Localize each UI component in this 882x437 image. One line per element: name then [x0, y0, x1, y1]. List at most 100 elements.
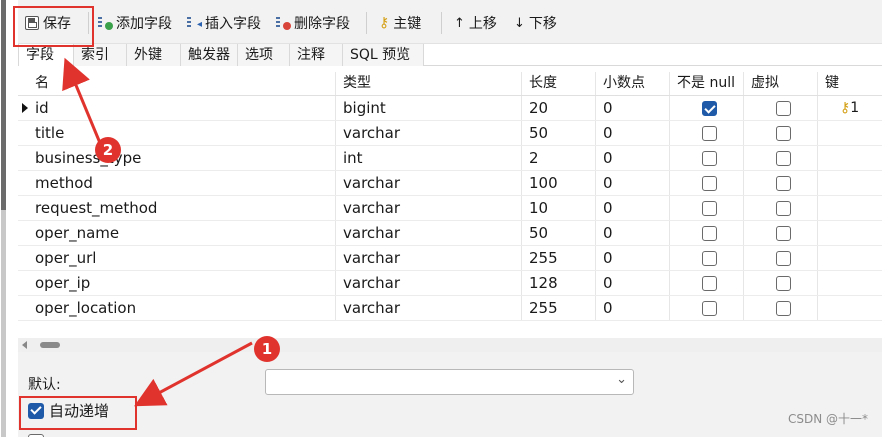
column-header-length[interactable]: 长度: [521, 72, 595, 95]
field-decimals-cell[interactable]: 0: [595, 246, 669, 270]
field-name-cell[interactable]: request_method: [28, 196, 337, 220]
table-row[interactable]: oper_name varchar 50 0: [18, 221, 882, 246]
table-row[interactable]: oper_ip varchar 128 0: [18, 271, 882, 296]
field-decimals-cell[interactable]: 0: [595, 96, 669, 120]
table-row[interactable]: request_method varchar 10 0: [18, 196, 882, 221]
grid-header: 名 类型 长度 小数点 不是 null 虚拟 键: [18, 72, 882, 96]
highlight-auto-increment-box: [19, 396, 137, 430]
not-null-checkbox[interactable]: [702, 176, 717, 191]
field-type-cell[interactable]: varchar: [335, 271, 521, 295]
column-header-not-null[interactable]: 不是 null: [669, 72, 743, 95]
table-row[interactable]: oper_url varchar 255 0: [18, 246, 882, 271]
not-null-checkbox[interactable]: [702, 276, 717, 291]
tab-sql-preview[interactable]: SQL 预览: [343, 44, 424, 66]
tab-foreign-keys[interactable]: 外键: [127, 44, 181, 66]
virtual-checkbox[interactable]: [776, 251, 791, 266]
move-down-button[interactable]: ↓ 下移: [514, 10, 557, 36]
annotation-badge-1: 1: [254, 336, 280, 362]
not-null-checkbox[interactable]: [702, 151, 717, 166]
arrow-down-icon: ↓: [514, 15, 525, 31]
field-length-cell[interactable]: 50: [521, 121, 595, 145]
column-header-decimals[interactable]: 小数点: [595, 72, 669, 95]
not-null-checkbox[interactable]: [702, 251, 717, 266]
key-cell: [817, 146, 882, 170]
field-name-cell[interactable]: oper_ip: [28, 271, 337, 295]
not-null-checkbox[interactable]: [702, 201, 717, 216]
field-decimals-cell[interactable]: 0: [595, 271, 669, 295]
table-row[interactable]: method varchar 100 0: [18, 171, 882, 196]
field-name-cell[interactable]: oper_url: [28, 246, 337, 270]
primary-key-button[interactable]: ⚷ 主键: [379, 10, 421, 36]
delete-field-icon: [276, 16, 291, 30]
tab-options[interactable]: 选项: [238, 44, 290, 66]
field-type-cell[interactable]: varchar: [335, 296, 521, 320]
virtual-checkbox[interactable]: [776, 176, 791, 191]
field-decimals-cell[interactable]: 0: [595, 121, 669, 145]
virtual-checkbox[interactable]: [776, 201, 791, 216]
not-null-checkbox[interactable]: [702, 101, 717, 116]
key-cell: [817, 121, 882, 145]
field-decimals-cell[interactable]: 0: [595, 171, 669, 195]
key-cell: [817, 171, 882, 195]
column-header-virtual[interactable]: 虚拟: [743, 72, 817, 95]
field-length-cell[interactable]: 10: [521, 196, 595, 220]
column-header-name[interactable]: 名: [28, 72, 337, 95]
field-decimals-cell[interactable]: 0: [595, 221, 669, 245]
field-decimals-cell[interactable]: 0: [595, 296, 669, 320]
field-name-cell[interactable]: oper_name: [28, 221, 337, 245]
fields-grid: 名 类型 长度 小数点 不是 null 虚拟 键 id bigint 20 0 ⚷1 ti…: [18, 72, 882, 321]
tab-indexes[interactable]: 索引: [74, 44, 127, 66]
virtual-checkbox[interactable]: [776, 301, 791, 316]
field-type-cell[interactable]: varchar: [335, 196, 521, 220]
key-cell: [817, 296, 882, 320]
virtual-checkbox[interactable]: [776, 226, 791, 241]
virtual-checkbox[interactable]: [776, 276, 791, 291]
field-length-cell[interactable]: 2: [521, 146, 595, 170]
delete-field-label: 删除字段: [294, 16, 350, 32]
column-header-key[interactable]: 键: [817, 72, 882, 95]
virtual-checkbox[interactable]: [776, 126, 791, 141]
field-length-cell[interactable]: 100: [521, 171, 595, 195]
add-field-button[interactable]: 添加字段: [98, 10, 172, 36]
column-header-type[interactable]: 类型: [335, 72, 521, 95]
field-length-cell[interactable]: 50: [521, 221, 595, 245]
table-row[interactable]: title varchar 50 0: [18, 121, 882, 146]
insert-field-button[interactable]: ◂ 插入字段: [187, 10, 261, 36]
move-up-button[interactable]: ↑ 上移: [454, 10, 497, 36]
field-type-cell[interactable]: varchar: [335, 246, 521, 270]
table-row[interactable]: oper_location varchar 255 0: [18, 296, 882, 321]
table-row[interactable]: business_type int 2 0: [18, 146, 882, 171]
scrollbar-thumb[interactable]: [40, 342, 60, 348]
virtual-checkbox[interactable]: [776, 151, 791, 166]
field-type-cell[interactable]: bigint: [335, 96, 521, 120]
field-name-cell[interactable]: method: [28, 171, 337, 195]
table-row[interactable]: id bigint 20 0 ⚷1: [18, 96, 882, 121]
delete-field-button[interactable]: 删除字段: [276, 10, 350, 36]
field-length-cell[interactable]: 20: [521, 96, 595, 120]
horizontal-scrollbar[interactable]: [18, 338, 882, 352]
field-length-cell[interactable]: 128: [521, 271, 595, 295]
field-length-cell[interactable]: 255: [521, 246, 595, 270]
not-null-checkbox[interactable]: [702, 226, 717, 241]
field-type-cell[interactable]: int: [335, 146, 521, 170]
default-value-select[interactable]: ⌄: [265, 369, 634, 395]
field-decimals-cell[interactable]: 0: [595, 196, 669, 220]
tab-comments[interactable]: 注释: [290, 44, 343, 66]
not-null-checkbox[interactable]: [702, 301, 717, 316]
field-type-cell[interactable]: varchar: [335, 171, 521, 195]
tab-triggers[interactable]: 触发器: [181, 44, 238, 66]
not-null-checkbox[interactable]: [702, 126, 717, 141]
field-type-cell[interactable]: varchar: [335, 121, 521, 145]
field-name-cell[interactable]: oper_location: [28, 296, 337, 320]
tab-fields[interactable]: 字段: [18, 44, 74, 66]
field-decimals-cell[interactable]: 0: [595, 146, 669, 170]
chevron-down-icon: ⌄: [616, 372, 627, 387]
field-type-cell[interactable]: varchar: [335, 221, 521, 245]
field-name-cell[interactable]: business_type: [28, 146, 337, 170]
scroll-left-icon[interactable]: [22, 341, 27, 349]
field-length-cell[interactable]: 255: [521, 296, 595, 320]
field-name-cell[interactable]: title: [28, 121, 337, 145]
virtual-checkbox[interactable]: [776, 101, 791, 116]
field-name-cell[interactable]: id: [28, 96, 337, 120]
arrow-up-icon: ↑: [454, 15, 465, 31]
